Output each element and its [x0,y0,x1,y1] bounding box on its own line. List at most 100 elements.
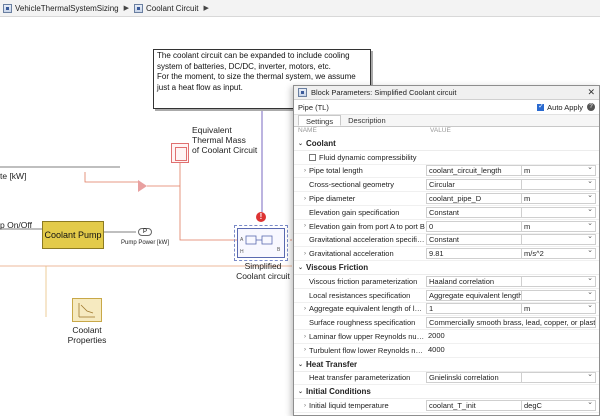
expand-icon[interactable]: › [294,347,309,353]
breadcrumb-item-root[interactable]: VehicleThermalSystemSizing [0,3,122,13]
compressibility-checkbox[interactable] [309,153,316,161]
parameter-value-field[interactable]: Commercially smooth brass, lead, copper,… [426,317,596,329]
note-line: The coolant circuit can be expanded to i… [157,51,350,60]
parameter-value-field[interactable]: Constant [426,206,522,218]
parameter-name: Cross-sectional geometry [309,180,395,190]
parameter-value-field[interactable]: 2000 [426,331,596,343]
section-header[interactable]: ⌄ Heat Transfer [294,358,599,372]
unit-dropdown[interactable] [522,232,596,246]
parameter-value: 1m [426,301,599,315]
parameter-value-field[interactable]: Circular [426,179,522,191]
parameter-row: › Pipe total length coolant_circuit_length… [294,163,599,179]
parameter-value-field[interactable]: 0 [426,220,522,232]
pump-power-label: Pump Power [kW] [121,240,170,246]
section-title: Initial Conditions [306,387,371,397]
dialog-tabs: Settings Description [294,115,599,127]
expand-icon[interactable]: › [294,306,309,312]
parameter-value-field[interactable]: 4000 [426,344,596,356]
auto-apply-checkbox[interactable] [537,102,545,111]
section-header[interactable]: ⌄ Viscous Friction [294,261,599,275]
chevron-down-icon: ⌄ [298,361,304,368]
breadcrumb-child-label: Coolant Circuit [146,3,199,13]
expand-icon[interactable]: › [294,334,309,340]
block-icon [298,88,307,97]
help-icon[interactable]: ? [587,103,595,111]
parameter-value-field[interactable]: coolant_T_init [426,400,522,412]
expand-icon[interactable]: › [294,196,309,202]
coolant-pump-block[interactable]: Coolant Pump [42,221,104,249]
parameter-row: › Initial liquid temperature coolant_T_ini… [294,398,599,413]
parameter-value-field[interactable]: 9.81 [426,248,522,260]
parameter-row: ›Laminar flow upper Reynolds number...20… [294,330,599,344]
parameter-name: Gravitational acceleration specification [309,235,426,245]
expand-icon[interactable]: › [294,223,309,229]
properties-label-line: Properties [67,335,107,345]
simplified-coolant-block[interactable]: A B H [237,228,285,258]
coolant-properties-label: Coolant Properties [60,325,114,345]
parameter-value-field[interactable]: coolant_pipe_D [426,193,522,205]
close-icon[interactable]: ✕ [587,87,595,98]
parameter-name: Viscous friction parameterization [309,276,418,286]
section-header[interactable]: ⌄ Coolant [294,137,599,151]
thermal-mass-block[interactable] [171,143,189,163]
compressibility-control[interactable]: Fluid dynamic compressibility [309,153,509,162]
pump-power-display[interactable]: P [138,228,152,236]
parameter-row: Elevation gain specification Constant [294,205,599,220]
parameter-value-field[interactable]: Haaland correlation [426,275,522,287]
coolant-properties-block[interactable] [72,298,102,322]
app-window: VehicleThermalSystemSizing ▶ Coolant Cir… [0,0,600,416]
dialog-header: Pipe (TL) Auto Apply ? [294,100,599,115]
chevron-down-icon: ⌄ [298,389,304,396]
parameter-row: › Gravitational acceleration 9.81 m/s^2 [294,246,599,262]
gain-block[interactable] [138,180,147,192]
unit-dropdown[interactable]: degC [522,398,596,412]
thermal-mass-label-line: of Coolant Circuit [192,145,258,155]
unit-dropdown[interactable] [522,370,596,384]
parameter-row: Heat transfer parameterization Gnielinski… [294,370,599,386]
unit-dropdown[interactable]: m [522,301,596,315]
tab-settings[interactable]: Settings [298,115,342,126]
parameter-row: Gravitational acceleration specification… [294,232,599,248]
expand-icon[interactable]: › [294,168,309,174]
unit-dropdown[interactable] [522,288,596,301]
thermal-mass-label: Equivalent Thermal Mass of Coolant Circu… [192,125,257,155]
parameter-value-field[interactable]: Aggregate equivalent length [426,289,522,301]
unit-dropdown[interactable]: m [522,163,596,177]
expand-icon[interactable]: › [294,251,309,257]
block-parameters-dialog: Block Parameters: Simplified Coolant cir… [293,85,600,416]
auto-apply-control[interactable]: Auto Apply [537,102,583,112]
warning-icon[interactable]: ! [256,212,266,222]
unit-dropdown[interactable]: m [522,191,596,205]
tab-description[interactable]: Description [341,115,393,126]
note-line: For the moment, to size the thermal syst… [157,72,356,81]
dialog-titlebar[interactable]: Block Parameters: Simplified Coolant cir… [294,86,599,100]
unit-dropdown[interactable] [522,205,596,218]
parameter-table: ⌄ Coolant Fluid dynamic compressibility › Pi… [294,137,599,413]
parameter-value: coolant_T_init degC [426,398,599,412]
properties-icon [78,303,95,318]
parameter-value: 0m [426,219,599,232]
parameter-name: Aggregate equivalent length of local ... [309,304,426,314]
breadcrumb-item-child[interactable]: Coolant Circuit [131,3,201,13]
unit-dropdown[interactable]: m [522,219,596,232]
parameter-name: Elevation gain from port A to port B [309,221,425,231]
unit-dropdown[interactable] [522,177,596,191]
parameter-row: › Elevation gain from port A to port B0m [294,219,599,234]
model-icon [3,3,12,13]
auto-apply-label: Auto Apply [547,102,583,112]
column-header: NAME VALUE [294,127,599,137]
expand-icon[interactable]: › [294,403,309,409]
parameter-value-field[interactable]: Constant [426,234,522,246]
simplified-label-line: Coolant circuit [236,271,290,281]
unit-dropdown[interactable] [522,274,596,287]
parameter-name: Heat transfer parameterization [309,373,411,383]
unit-dropdown[interactable]: m/s^2 [522,246,596,260]
parameter-value: coolant_pipe_D m [426,191,599,205]
parameter-value: Haaland correlation [426,274,599,287]
parameter-value: 2000 [426,331,599,343]
parameter-value-field[interactable]: Gnielinski correlation [426,372,522,384]
port-b-label: B [277,247,281,253]
section-header[interactable]: ⌄ Initial Conditions [294,385,599,400]
parameter-value-field[interactable]: coolant_circuit_length [426,165,522,177]
parameter-value-field[interactable]: 1 [426,303,522,315]
